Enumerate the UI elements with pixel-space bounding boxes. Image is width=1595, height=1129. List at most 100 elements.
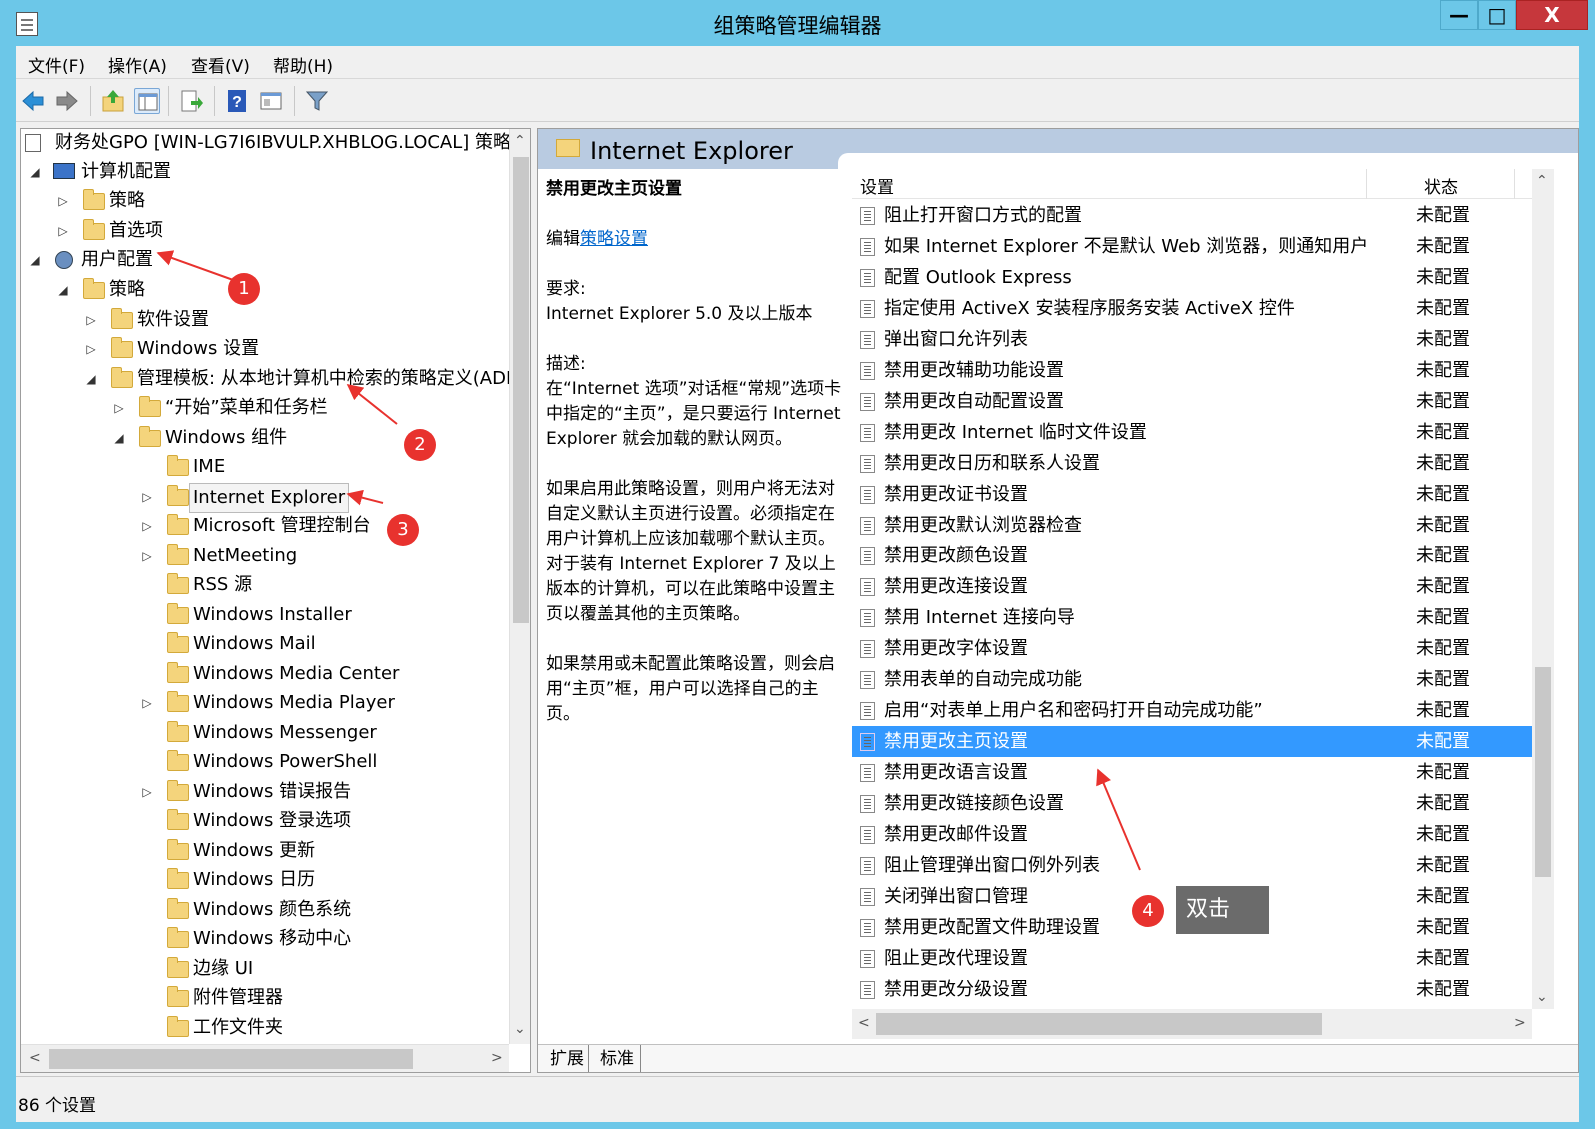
scroll-down-icon[interactable]: ⌄ [514,1021,526,1037]
setting-name: 禁用表单的自动完成功能 [884,669,1082,691]
scroll-down-icon[interactable]: ⌄ [1536,989,1548,1005]
tab-extended[interactable]: 扩展 [550,1045,589,1072]
list-item[interactable]: 禁用更改字体设置 未配置 [852,633,1532,664]
setting-state: 未配置 [1416,947,1470,969]
expand-icon[interactable]: ▷ [113,394,125,422]
scroll-left-icon[interactable]: < [29,1050,41,1066]
expand-icon[interactable]: ▷ [141,778,153,806]
edit-policy-link[interactable]: 策略设置 [580,229,648,249]
window: 组策略管理编辑器 — □ X 文件(F) 操作(A) 查看(V) 帮助(H) ?… [0,0,1595,1129]
list-item[interactable]: 禁用更改颜色设置 未配置 [852,540,1532,571]
scroll-left-icon[interactable]: < [858,1015,870,1031]
list-item[interactable]: 禁用更改分级设置 未配置 [852,974,1532,1005]
expand-icon[interactable]: ▷ [85,335,97,363]
list-item[interactable]: 指定使用 ActiveX 安装程序服务安装 ActiveX 控件 未配置 [852,293,1532,324]
scroll-right-icon[interactable]: > [1514,1015,1526,1031]
setting-state: 未配置 [1416,638,1470,660]
setting-name: 弹出窗口允许列表 [884,328,1028,350]
list-item[interactable]: 阻止更改代理设置 未配置 [852,943,1532,974]
expand-icon[interactable]: ▷ [141,483,153,511]
tree-horizontal-scrollbar[interactable]: < > [21,1044,509,1072]
scroll-right-icon[interactable]: > [491,1050,503,1066]
list-item[interactable]: 禁用更改邮件设置 未配置 [852,819,1532,850]
setting-state: 未配置 [1416,978,1470,1000]
folder-icon [167,514,189,535]
list-item[interactable]: 启用“对表单上用户名和密码打开自动完成功能” 未配置 [852,695,1532,726]
status-bar: 86 个设置 [16,1076,1579,1120]
status-text: 86 个设置 [18,1096,97,1116]
maximize-button[interactable]: □ [1478,0,1516,30]
list-item[interactable]: 禁用更改证书设置 未配置 [852,479,1532,510]
scroll-up-icon[interactable]: ⌃ [514,133,526,149]
tree-label: 策略 [109,279,145,300]
up-folder-icon[interactable] [100,88,126,114]
list-item[interactable]: 禁用更改链接颜色设置 未配置 [852,788,1532,819]
policy-title: 禁用更改主页设置 [546,179,682,199]
collapse-icon[interactable]: ◢ [57,276,69,304]
list-horizontal-scrollbar[interactable]: < > [852,1009,1532,1039]
expand-icon[interactable]: ▷ [85,306,97,334]
collapse-icon[interactable]: ◢ [29,158,41,186]
folder-icon [167,691,189,712]
expand-icon[interactable]: ▷ [141,542,153,570]
menu-action[interactable]: 操作(A) [108,52,167,77]
list-item[interactable]: 如果 Internet Explorer 不是默认 Web 浏览器，则通知用户 未… [852,231,1532,262]
tree-vertical-scrollbar[interactable]: ⌃ ⌄ [509,129,530,1044]
collapse-icon[interactable]: ◢ [29,246,41,274]
list-item[interactable]: 禁用更改默认浏览器检查 未配置 [852,510,1532,541]
scroll-thumb[interactable] [513,157,529,623]
policy-setting-icon [860,207,875,225]
svg-text:?: ? [232,94,242,111]
client-area: 文件(F) 操作(A) 查看(V) 帮助(H) ? 财务处GPO [WIN-LG… [16,46,1579,1122]
list-item[interactable]: 禁用更改辅助功能设置 未配置 [852,355,1532,386]
list-item[interactable]: 禁用更改语言设置 未配置 [852,757,1532,788]
filter-icon[interactable] [304,88,330,114]
list-item[interactable]: 禁用更改日历和联系人设置 未配置 [852,448,1532,479]
list-item[interactable]: 弹出窗口允许列表 未配置 [852,324,1532,355]
menu-view[interactable]: 查看(V) [191,52,250,77]
minimize-button[interactable]: — [1440,0,1478,30]
list-vertical-scrollbar[interactable]: ⌃ ⌄ [1532,169,1554,1009]
list-item[interactable]: 阻止管理弹出窗口例外列表 未配置 [852,850,1532,881]
expand-icon[interactable]: ▷ [141,689,153,717]
list-item[interactable]: 阻止打开窗口方式的配置 未配置 [852,200,1532,231]
description-label: 描述: [546,354,586,374]
setting-state: 未配置 [1416,266,1470,288]
close-button[interactable]: X [1516,0,1588,30]
properties-icon[interactable] [258,88,284,114]
collapse-icon[interactable]: ◢ [113,424,125,452]
policy-setting-icon [860,361,875,380]
setting-name: 禁用更改日历和联系人设置 [884,452,1100,474]
folder-icon [83,219,105,240]
forward-icon[interactable] [54,88,80,114]
export-list-icon[interactable] [178,88,204,114]
scroll-thumb[interactable] [1535,667,1551,877]
scroll-thumb[interactable] [876,1013,1322,1035]
expand-icon[interactable]: ▷ [57,187,69,215]
list-item[interactable]: 配置 Outlook Express 未配置 [852,262,1532,293]
show-hide-tree-icon[interactable] [134,88,160,114]
collapse-icon[interactable]: ◢ [85,365,97,393]
callout-4: 4 [1132,895,1164,927]
list-item[interactable]: 禁用更改 Internet 临时文件设置 未配置 [852,417,1532,448]
back-icon[interactable] [20,88,46,114]
tab-standard[interactable]: 标准 [600,1045,641,1072]
help-icon[interactable]: ? [224,88,250,114]
list-item[interactable]: 禁用更改自动配置设置 未配置 [852,386,1532,417]
expand-icon[interactable]: ▷ [141,512,153,540]
list-item[interactable]: 禁用 Internet 连接向导 未配置 [852,602,1532,633]
menu-file[interactable]: 文件(F) [28,52,85,77]
scroll-up-icon[interactable]: ⌃ [1536,173,1548,189]
policy-setting-icon [860,887,875,906]
list-item[interactable]: 禁用更改主页设置 未配置 [852,726,1532,758]
menu-help[interactable]: 帮助(H) [273,52,333,77]
column-header-setting[interactable]: 设置 [860,173,894,198]
setting-name: 阻止打开窗口方式的配置 [884,205,1082,226]
scroll-thumb[interactable] [49,1049,413,1069]
setting-name: 启用“对表单上用户名和密码打开自动完成功能” [884,700,1263,722]
title-bar[interactable]: 组策略管理编辑器 — □ X [0,0,1595,46]
column-header-state[interactable]: 状态 [1424,173,1458,198]
list-item[interactable]: 禁用表单的自动完成功能 未配置 [852,664,1532,695]
list-item[interactable]: 禁用更改连接设置 未配置 [852,571,1532,602]
expand-icon[interactable]: ▷ [57,217,69,245]
